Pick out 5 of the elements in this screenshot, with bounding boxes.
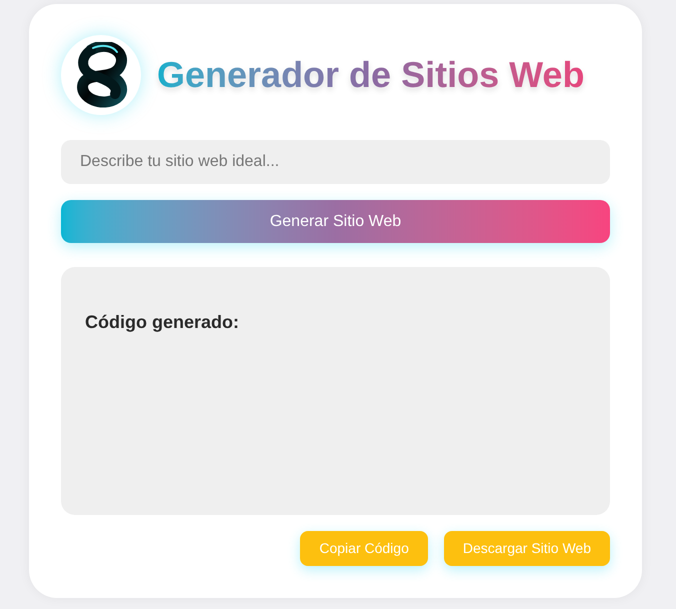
output-heading: Código generado: xyxy=(85,311,240,334)
copy-code-button[interactable]: Copiar Código xyxy=(300,531,428,566)
generate-button[interactable]: Generar Sitio Web xyxy=(61,200,610,243)
download-site-button[interactable]: Descargar Sitio Web xyxy=(444,531,610,566)
description-field[interactable]: Describe tu sitio web ideal... xyxy=(61,140,610,184)
